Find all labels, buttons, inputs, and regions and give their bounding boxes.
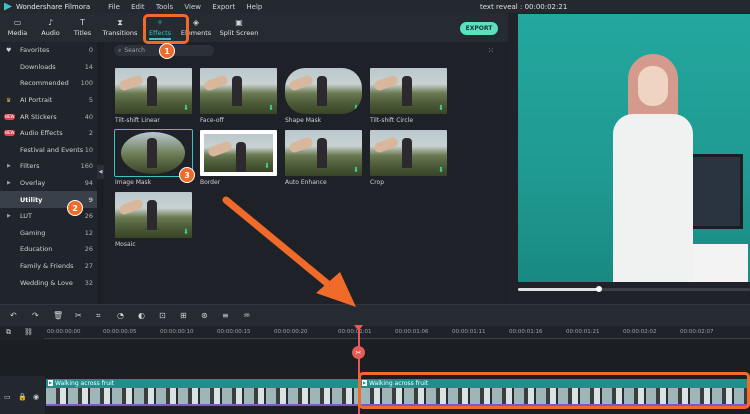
annotation-arrow xyxy=(222,196,356,307)
filmora-window: Wondershare Filmora File Edit Tools View… xyxy=(0,0,750,414)
